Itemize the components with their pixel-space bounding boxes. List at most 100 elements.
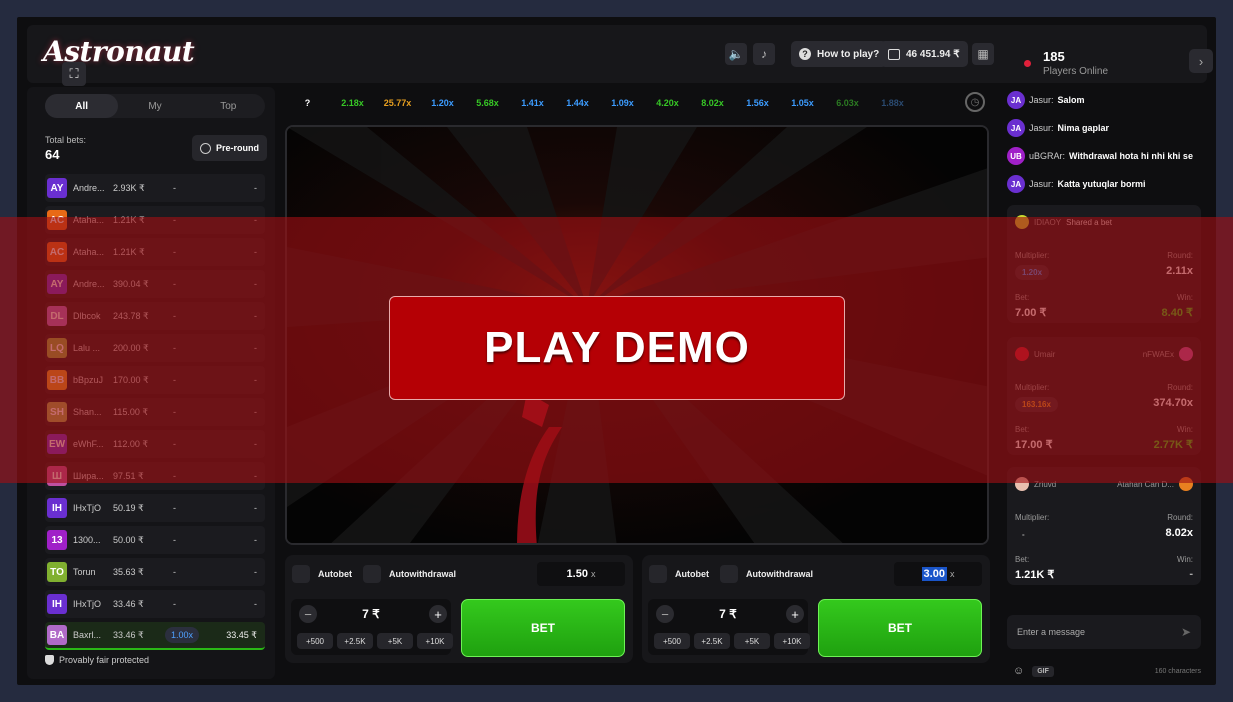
music-icon[interactable]: ♪	[753, 43, 775, 65]
quick-amount-chip[interactable]: +2.5K	[337, 633, 373, 649]
chat-message: JA Jasur: Katta yutuqlar bormi	[1007, 175, 1146, 193]
avatar: UB	[1007, 147, 1025, 165]
bet-multiplier: -	[173, 183, 176, 193]
clock-icon	[200, 142, 211, 154]
quick-amount-chips: +500 +2.5K +5K +10K	[654, 633, 810, 649]
avatar: AY	[47, 178, 67, 198]
bet-player-name: IHxTjO	[73, 503, 101, 513]
chat-message-input[interactable]: Enter a message ➤	[1007, 615, 1201, 649]
auto-multiplier-input[interactable]: 3.00 x	[894, 562, 982, 586]
bet-win: -	[254, 599, 257, 609]
auto-multiplier-value: 3.00	[921, 567, 947, 581]
bet-multiplier: -	[173, 599, 176, 609]
quick-amount-chip[interactable]: +5K	[734, 633, 770, 649]
provably-fair-label: Provably fair protected	[59, 655, 150, 665]
avatar: JA	[1007, 175, 1025, 193]
history-multiplier[interactable]: 6.03x	[825, 98, 870, 108]
chat-author: uBGRAr:	[1029, 151, 1066, 161]
quick-amount-chip[interactable]: +2.5K	[694, 633, 730, 649]
history-multiplier[interactable]: 2.18x	[330, 98, 375, 108]
bet-amount: 35.63 ₹	[113, 566, 144, 577]
balance-display[interactable]: 46 451.94 ₹	[880, 41, 968, 67]
autobet-label: Autobet	[318, 569, 352, 579]
plus-icon[interactable]: +	[429, 605, 447, 623]
quick-amount-chip[interactable]: +10K	[774, 633, 810, 649]
history-multiplier[interactable]: 5.68x	[465, 98, 510, 108]
emoji-icon[interactable]: ☺	[1013, 665, 1024, 677]
pre-round-button[interactable]: Pre-round	[192, 135, 268, 161]
history-multiplier[interactable]: 4.20x	[645, 98, 690, 108]
plus-icon[interactable]: +	[786, 605, 804, 623]
quick-amount-chip[interactable]: +5K	[377, 633, 413, 649]
tab-top[interactable]: Top	[192, 94, 265, 118]
bet-row: IH IHxTjO 33.46 ₹ - -	[45, 590, 265, 618]
history-clock-icon[interactable]: ◷	[965, 92, 985, 112]
shared-bet-card[interactable]: Zriuvd Atahan Can D... Multiplier: Round: -8…	[1007, 467, 1201, 585]
autobet-checkbox[interactable]	[649, 565, 667, 583]
tab-my[interactable]: My	[118, 94, 191, 118]
card-multiplier: -	[1022, 530, 1025, 539]
history-multiplier[interactable]: 8.02x	[690, 98, 735, 108]
chat-text: Withdrawal hota hi nhi khi se	[1069, 151, 1193, 161]
chevron-right-icon[interactable]: ›	[1189, 49, 1213, 73]
quick-amount-chip[interactable]: +10K	[417, 633, 453, 649]
total-bets-label: Total bets:	[45, 135, 87, 145]
bet-amount-input[interactable]: 7 ₹	[291, 607, 451, 621]
autowithdrawal-checkbox[interactable]	[363, 565, 381, 583]
history-multiplier[interactable]: 1.41x	[510, 98, 555, 108]
gif-button[interactable]: GIF	[1032, 665, 1054, 677]
total-bets-count: 64	[45, 147, 60, 162]
bet-row: TO Torun 35.63 ₹ - -	[45, 558, 265, 586]
top-bar: Astronaut ⛶ 🔈 ♪ ? How to play? 46 451.94…	[27, 25, 1213, 86]
card-round-label: Round:	[1167, 513, 1193, 522]
bet-multiplier: -	[173, 567, 176, 577]
card-mult-label: Multiplier:	[1015, 513, 1050, 522]
avatar: IH	[47, 498, 67, 518]
autowithdrawal-checkbox[interactable]	[720, 565, 738, 583]
avatar: JA	[1007, 119, 1025, 137]
bet-button[interactable]: BET	[818, 599, 982, 657]
history-multiplier[interactable]: 1.44x	[555, 98, 600, 108]
chat-text: Nima gaplar	[1057, 123, 1110, 133]
bet-row: IH IHxTjO 50.19 ₹ - -	[45, 494, 265, 522]
send-icon[interactable]: ➤	[1181, 625, 1191, 639]
history-multiplier[interactable]: 25.77x	[375, 98, 420, 108]
autowithdrawal-label: Autowithdrawal	[389, 569, 456, 579]
tab-all[interactable]: All	[45, 94, 119, 118]
how-to-play-button[interactable]: ? How to play?	[791, 41, 888, 67]
play-demo-button[interactable]: PLAY DEMO	[389, 296, 845, 400]
bet-amount: 2.93K ₹	[113, 182, 145, 193]
autobet-checkbox[interactable]	[292, 565, 310, 583]
quick-amount-chip[interactable]: +500	[297, 633, 333, 649]
avatar: JA	[1007, 91, 1025, 109]
history-multiplier[interactable]: 1.05x	[780, 98, 825, 108]
card-round: 8.02x	[1165, 527, 1193, 539]
bet-row: 13 1300... 50.00 ₹ - -	[45, 526, 265, 554]
provably-fair[interactable]: Provably fair protected	[45, 655, 149, 665]
auto-multiplier-input[interactable]: 1.50 x	[537, 562, 625, 586]
fullscreen-icon[interactable]: ⛶	[62, 62, 86, 86]
bet-button[interactable]: BET	[461, 599, 625, 657]
menu-grid-icon[interactable]: ▦	[972, 43, 994, 65]
history-multiplier[interactable]: ?	[285, 98, 330, 108]
bet-multiplier: -	[173, 535, 176, 545]
bet-row: BA Baxrl... 33.46 ₹ 1.00x 33.45 ₹	[45, 622, 265, 650]
avatar: 13	[47, 530, 67, 550]
sound-icon[interactable]: 🔈	[725, 43, 747, 65]
chat-message: JA Jasur: Salom	[1007, 91, 1085, 109]
bet-player-name: Torun	[73, 567, 96, 577]
history-multiplier[interactable]: 1.56x	[735, 98, 780, 108]
history-multiplier[interactable]: 1.09x	[600, 98, 645, 108]
bet-win: -	[254, 503, 257, 513]
autowithdrawal-label: Autowithdrawal	[746, 569, 813, 579]
history-multiplier[interactable]: 1.88x	[870, 98, 915, 108]
multiplier-suffix: x	[590, 569, 596, 579]
history-multiplier[interactable]: 1.20x	[420, 98, 465, 108]
bet-amount-input[interactable]: 7 ₹	[648, 607, 808, 621]
multiplier-suffix: x	[949, 569, 955, 579]
quick-amount-chip[interactable]: +500	[654, 633, 690, 649]
bet-win: -	[254, 535, 257, 545]
bet-win: -	[254, 183, 257, 193]
bet-amount: 33.46 ₹	[113, 598, 144, 609]
bet-player-name: IHxTjO	[73, 599, 101, 609]
